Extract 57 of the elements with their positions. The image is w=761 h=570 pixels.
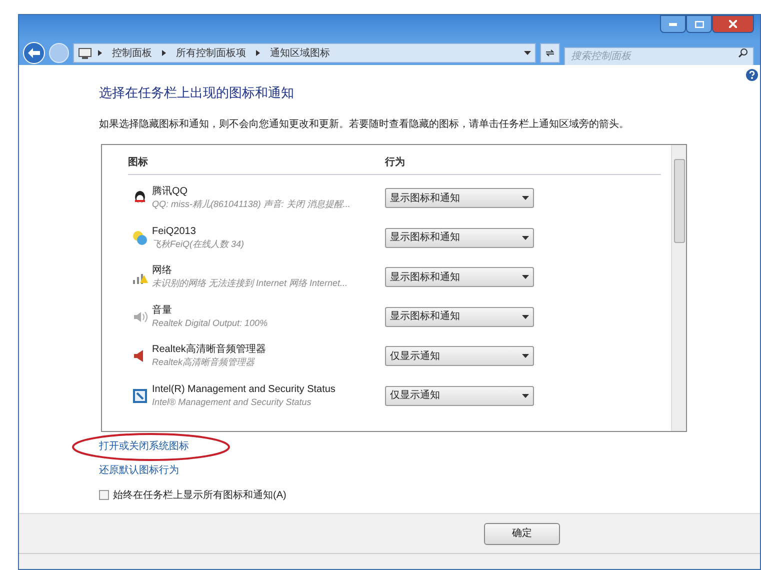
- computer-icon: [78, 48, 92, 58]
- caret-icon: [524, 51, 531, 55]
- refresh-button[interactable]: [540, 43, 560, 63]
- checkbox[interactable]: [99, 490, 109, 500]
- separator-arrow-icon: [162, 50, 166, 56]
- page-heading: 选择在任务栏上出现的图标和通知: [99, 84, 295, 102]
- behavior-dropdown[interactable]: 显示图标和通知: [385, 188, 534, 208]
- caret-icon: [522, 236, 529, 240]
- app-status: Realtek Digital Output: 100%: [152, 316, 269, 330]
- separator-arrow-icon: [98, 50, 102, 56]
- caret-icon: [522, 275, 529, 280]
- app-name: Intel(R) Management and Security Status: [152, 382, 336, 396]
- app-status: Realtek高清晰音频管理器: [152, 356, 256, 370]
- link[interactable]: 还原默认图标行为: [99, 463, 179, 478]
- description: 如果选择隐藏图标和通知，则不会向您通知更改和更新。若要随时查看隐藏的图标，请单击任务栏上通知区域旁的箭头。: [99, 118, 630, 132]
- breadcrumb[interactable]: 通知区域图标: [266, 46, 334, 60]
- app-status: QQ: miss-精儿(861041138) 声音: 关闭 消息提醒...: [152, 198, 352, 212]
- app-name: 腾讯QQ: [152, 185, 189, 198]
- refresh-icon: [545, 49, 555, 57]
- search-icon: [738, 48, 748, 58]
- maximize-icon: [694, 20, 704, 28]
- app-status: 飞秋FeiQ(在线人数 34): [152, 238, 246, 251]
- breadcrumb[interactable]: 所有控制面板项: [172, 46, 250, 60]
- app-status: Intel® Management and Security Status: [152, 396, 312, 409]
- address-bar[interactable]: 控制面板 所有控制面板项 通知区域图标: [73, 43, 536, 63]
- back-arrow-icon: [28, 48, 40, 58]
- checkbox-label: 始终在任务栏上显示所有图标和通知(A): [113, 488, 286, 502]
- maximize-button[interactable]: [686, 15, 712, 33]
- close-button[interactable]: [712, 15, 754, 33]
- close-icon: [729, 20, 737, 28]
- feiq-icon: [132, 230, 148, 246]
- app-status: 未识别的网络 无法连接到 Internet 网络 Internet...: [152, 277, 349, 290]
- behavior-dropdown[interactable]: 显示图标和通知: [385, 306, 534, 327]
- behavior-dropdown[interactable]: 显示图标和通知: [385, 228, 534, 248]
- app-name: Realtek高清晰音频管理器: [152, 343, 267, 356]
- column-header: 图标: [128, 156, 149, 170]
- caret-icon: [522, 354, 529, 358]
- behavior-dropdown[interactable]: 仅显示通知: [385, 386, 534, 406]
- help-icon[interactable]: [746, 69, 758, 81]
- caret-icon: [522, 314, 529, 319]
- behavior-dropdown[interactable]: 显示图标和通知: [385, 267, 534, 288]
- minimize-button[interactable]: [660, 15, 686, 33]
- scrollbar[interactable]: [671, 144, 686, 430]
- app-name: 音量: [152, 304, 173, 317]
- intel-icon: [132, 388, 148, 404]
- app-name: FeiQ2013: [152, 224, 197, 238]
- minimize-icon: [669, 22, 677, 26]
- breadcrumb[interactable]: 控制面板: [108, 46, 156, 60]
- search-field[interactable]: 搜索控制面板: [564, 46, 754, 66]
- caret-icon: [522, 394, 529, 398]
- behavior-dropdown[interactable]: 仅显示通知: [385, 346, 534, 366]
- back-button[interactable]: [23, 42, 45, 64]
- ok-button[interactable]: 确定: [484, 522, 560, 544]
- separator-arrow-icon: [256, 50, 260, 56]
- caret-icon: [522, 196, 529, 200]
- app-name: 网络: [152, 264, 173, 278]
- column-header: 行为: [385, 156, 405, 170]
